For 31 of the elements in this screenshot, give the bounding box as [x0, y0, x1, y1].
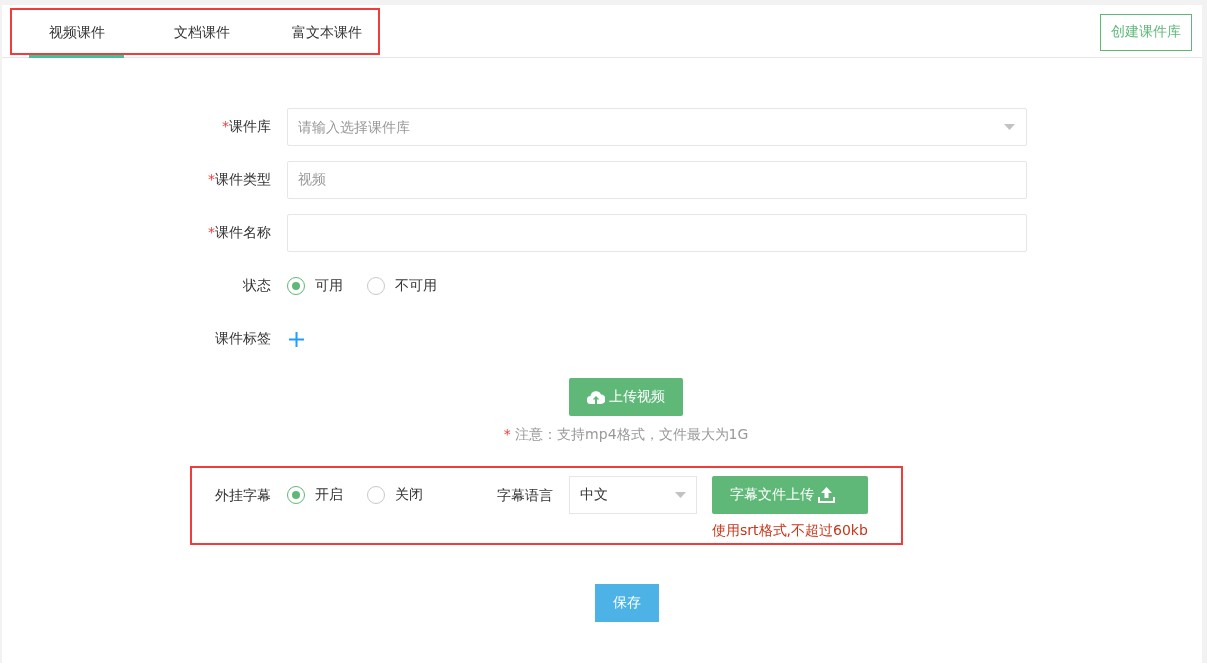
field-label: 课件标签	[215, 330, 271, 346]
field-label: 课件库	[229, 118, 271, 134]
caret-icon	[1004, 124, 1015, 130]
required-mark: *	[208, 224, 215, 240]
plus-icon[interactable]	[289, 331, 304, 347]
radio-option[interactable]: 开启	[287, 486, 343, 504]
cloud-upload-icon	[587, 390, 605, 404]
caret-icon	[675, 492, 686, 498]
field-label: 课件名称	[215, 224, 271, 240]
tab[interactable]: 视频课件	[29, 10, 124, 58]
radio-button-icon[interactable]	[287, 486, 305, 504]
radio-button-icon[interactable]	[367, 277, 385, 295]
field-label: 课件类型	[215, 171, 271, 187]
required-mark: *	[222, 118, 229, 134]
dropdown-field[interactable]: 请输入选择课件库	[287, 108, 1027, 146]
radio-button-icon[interactable]	[287, 277, 305, 295]
radio-option[interactable]: 不可用	[367, 277, 437, 295]
field-label: 外挂字幕	[215, 487, 271, 503]
input-field[interactable]	[287, 214, 1027, 252]
field-label: 状态	[243, 277, 271, 293]
radio-option[interactable]: 关闭	[367, 486, 423, 504]
radio-option[interactable]: 可用	[287, 277, 343, 295]
field-label: 字幕语言	[497, 486, 553, 505]
subtitle-hint: 使用srt格式,不超过60kb	[712, 522, 868, 540]
radio-button-icon[interactable]	[367, 486, 385, 504]
upload-note: * 注意：支持mp4格式，文件最大为1G	[503, 426, 749, 444]
language-dropdown[interactable]: 中文	[569, 476, 697, 514]
required-mark: *	[208, 171, 215, 187]
upload-icon	[818, 487, 835, 503]
tab[interactable]: 富文本课件	[279, 10, 374, 58]
tab[interactable]: 文档课件	[154, 10, 249, 58]
